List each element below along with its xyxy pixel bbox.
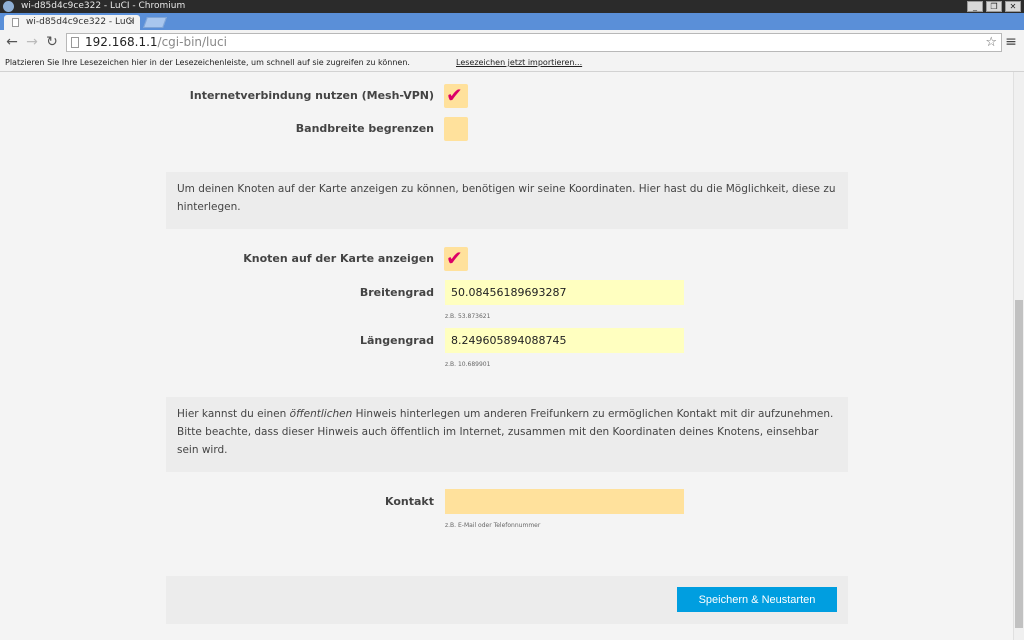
longitude-input[interactable] (445, 328, 684, 353)
page-icon (71, 37, 79, 48)
address-bar[interactable]: 192.168.1.1/cgi-bin/luci ☆ (66, 33, 1002, 52)
mesh-vpn-label: Internetverbindung nutzen (Mesh-VPN) (189, 89, 434, 102)
checkmark-icon: ✔ (446, 83, 463, 107)
longitude-row: Längengrad z.B. 10.689901 (166, 328, 848, 368)
mesh-vpn-row: Internetverbindung nutzen (Mesh-VPN) ✔ (166, 83, 848, 109)
contact-info-emphasis: öffentlichen (289, 408, 353, 420)
contact-label: Kontakt (385, 495, 434, 508)
latitude-row: Breitengrad z.B. 53.873621 (166, 280, 848, 320)
save-restart-button[interactable]: Speichern & Neustarten (677, 587, 837, 612)
latitude-input[interactable] (445, 280, 684, 305)
bookmarks-bar-text: Platzieren Sie Ihre Lesezeichen hier in … (5, 58, 410, 67)
page-icon (12, 18, 19, 27)
show-on-map-row: Knoten auf der Karte anzeigen ✔ (166, 246, 848, 272)
star-icon[interactable]: ☆ (985, 34, 997, 51)
window-title: wi-d85d4c9ce322 - LuCI - Chromium (21, 1, 186, 11)
window-controls: _ ❐ ✕ (967, 1, 1021, 12)
import-bookmarks-link[interactable]: Lesezeichen jetzt importieren... (456, 54, 582, 71)
url-text: 192.168.1.1/cgi-bin/luci (85, 34, 227, 51)
latitude-hint: z.B. 53.873621 (445, 313, 491, 320)
mesh-vpn-checkbox[interactable]: ✔ (444, 83, 468, 108)
tab-title: wi-d85d4c9ce322 - LuCI (26, 17, 135, 27)
url-path: /cgi-bin/luci (157, 35, 227, 49)
page-scrollbar[interactable] (1013, 72, 1024, 640)
tab-close-icon[interactable]: × (127, 15, 135, 30)
browser-toolbar: ← → ↻ 192.168.1.1/cgi-bin/luci ☆ ≡ (0, 30, 1024, 54)
show-on-map-label: Knoten auf der Karte anzeigen (243, 252, 434, 265)
contact-row: Kontakt z.B. E-Mail oder Telefonnummer (166, 489, 848, 529)
longitude-label: Längengrad (359, 334, 434, 347)
page-content: Internetverbindung nutzen (Mesh-VPN) ✔ B… (0, 72, 1013, 640)
close-window-button[interactable]: ✕ (1005, 1, 1021, 12)
url-host: 192.168.1.1 (85, 35, 158, 49)
hamburger-menu-icon[interactable]: ≡ (1005, 34, 1017, 50)
arrow-right-icon[interactable]: → (24, 34, 40, 50)
longitude-hint: z.B. 10.689901 (445, 361, 491, 368)
show-on-map-checkbox[interactable]: ✔ (444, 246, 468, 271)
bandwidth-label: Bandbreite begrenzen (295, 122, 434, 135)
latitude-label: Breitengrad (359, 286, 434, 299)
location-info-text: Um deinen Knoten auf der Karte anzeigen … (166, 172, 848, 229)
checkmark-icon: ✔ (446, 246, 463, 270)
minimize-button[interactable]: _ (967, 1, 983, 12)
window-titlebar: wi-d85d4c9ce322 - LuCI - Chromium _ ❐ ✕ (0, 0, 1024, 13)
browser-tab[interactable]: wi-d85d4c9ce322 - LuCI × (4, 15, 140, 30)
arrow-left-icon[interactable]: ← (4, 34, 20, 50)
form-footer: Speichern & Neustarten (166, 576, 848, 624)
bandwidth-checkbox[interactable] (444, 117, 468, 141)
bookmarks-bar: Platzieren Sie Ihre Lesezeichen hier in … (0, 54, 1024, 72)
scrollbar-thumb[interactable] (1015, 300, 1023, 628)
contact-info-text: Hier kannst du einen öffentlichen Hinwei… (166, 397, 848, 472)
contact-input[interactable] (445, 489, 684, 514)
new-tab-button[interactable] (142, 17, 168, 28)
contact-info-before: Hier kannst du einen (177, 408, 290, 420)
tab-strip: wi-d85d4c9ce322 - LuCI × (0, 13, 1024, 30)
chromium-icon (3, 1, 14, 12)
bandwidth-row: Bandbreite begrenzen (166, 116, 848, 142)
contact-hint: z.B. E-Mail oder Telefonnummer (445, 522, 541, 529)
reload-icon[interactable]: ↻ (44, 34, 60, 50)
restore-button[interactable]: ❐ (986, 1, 1002, 12)
